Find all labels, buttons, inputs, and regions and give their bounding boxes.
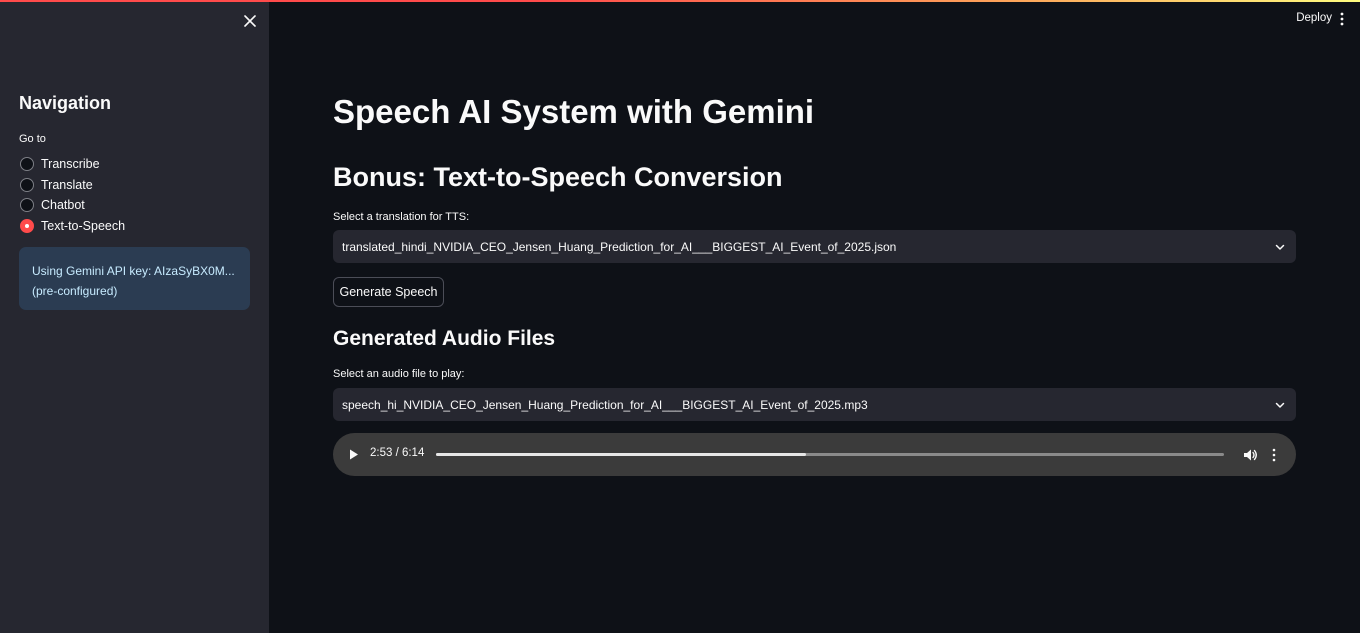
main-menu-button[interactable] bbox=[1338, 12, 1346, 26]
header-actions: Deploy bbox=[1296, 0, 1360, 36]
play-icon bbox=[350, 449, 358, 460]
volume-button[interactable] bbox=[1242, 447, 1258, 463]
generate-speech-button[interactable]: Generate Speech bbox=[333, 277, 444, 307]
deploy-button[interactable]: Deploy bbox=[1296, 12, 1332, 24]
radio-option-translate[interactable]: Translate bbox=[20, 175, 125, 196]
radio-option-label: Translate bbox=[41, 177, 93, 192]
info-text-line: (pre-configured) bbox=[32, 284, 118, 298]
api-key-info-box: Using Gemini API key: AIzaSyBX0M... (pre… bbox=[19, 247, 250, 310]
chevron-down-icon bbox=[1275, 402, 1285, 408]
navigation-radio-group: Transcribe Translate Chatbot Text-to-Spe… bbox=[20, 154, 125, 236]
translation-select-label: Select a translation for TTS: bbox=[333, 211, 470, 223]
select-value: translated_hindi_NVIDIA_CEO_Jensen_Huang… bbox=[342, 239, 897, 254]
radio-option-chatbot[interactable]: Chatbot bbox=[20, 195, 125, 216]
radio-button[interactable] bbox=[20, 157, 34, 172]
volume-icon bbox=[1244, 449, 1257, 461]
section-title: Bonus: Text-to-Speech Conversion bbox=[333, 162, 783, 192]
audio-progress-fill bbox=[436, 453, 807, 456]
audio-options-button[interactable] bbox=[1271, 448, 1277, 462]
app-top-decoration bbox=[0, 0, 1360, 2]
close-sidebar-button[interactable] bbox=[241, 12, 259, 30]
radio-option-label: Text-to-Speech bbox=[41, 218, 126, 233]
more-vertical-icon bbox=[1340, 12, 1344, 26]
radio-button[interactable] bbox=[20, 177, 34, 192]
radio-option-transcribe[interactable]: Transcribe bbox=[20, 154, 125, 175]
info-text-line: Using Gemini API key: AIzaSyBX0M... bbox=[32, 264, 235, 278]
audio-player: 2:53 / 6:14 bbox=[333, 433, 1296, 476]
audio-time: 2:53 / 6:14 bbox=[370, 447, 425, 459]
more-vertical-icon bbox=[1272, 448, 1276, 462]
radio-button-selected[interactable] bbox=[20, 218, 34, 233]
audio-progress-bar[interactable] bbox=[436, 453, 1224, 456]
audio-select-label: Select an audio file to play: bbox=[333, 368, 465, 380]
audio-section-title: Generated Audio Files bbox=[333, 327, 556, 350]
close-icon bbox=[244, 15, 256, 27]
sidebar-title: Navigation bbox=[19, 93, 112, 113]
play-button[interactable] bbox=[348, 448, 360, 461]
radio-option-label: Transcribe bbox=[41, 157, 100, 172]
radio-button[interactable] bbox=[20, 198, 34, 213]
sidebar: Navigation Go to Transcribe Translate Ch… bbox=[0, 0, 269, 633]
page-title: Speech AI System with Gemini bbox=[333, 93, 815, 130]
translation-select[interactable]: translated_hindi_NVIDIA_CEO_Jensen_Huang… bbox=[333, 230, 1296, 263]
radio-option-label: Chatbot bbox=[41, 198, 85, 213]
audio-file-select[interactable]: speech_hi_NVIDIA_CEO_Jensen_Huang_Predic… bbox=[333, 388, 1296, 421]
radio-option-text-to-speech[interactable]: Text-to-Speech bbox=[20, 216, 125, 237]
radio-group-label: Go to bbox=[19, 133, 46, 145]
select-value: speech_hi_NVIDIA_CEO_Jensen_Huang_Predic… bbox=[342, 397, 868, 412]
chevron-down-icon bbox=[1275, 244, 1285, 250]
